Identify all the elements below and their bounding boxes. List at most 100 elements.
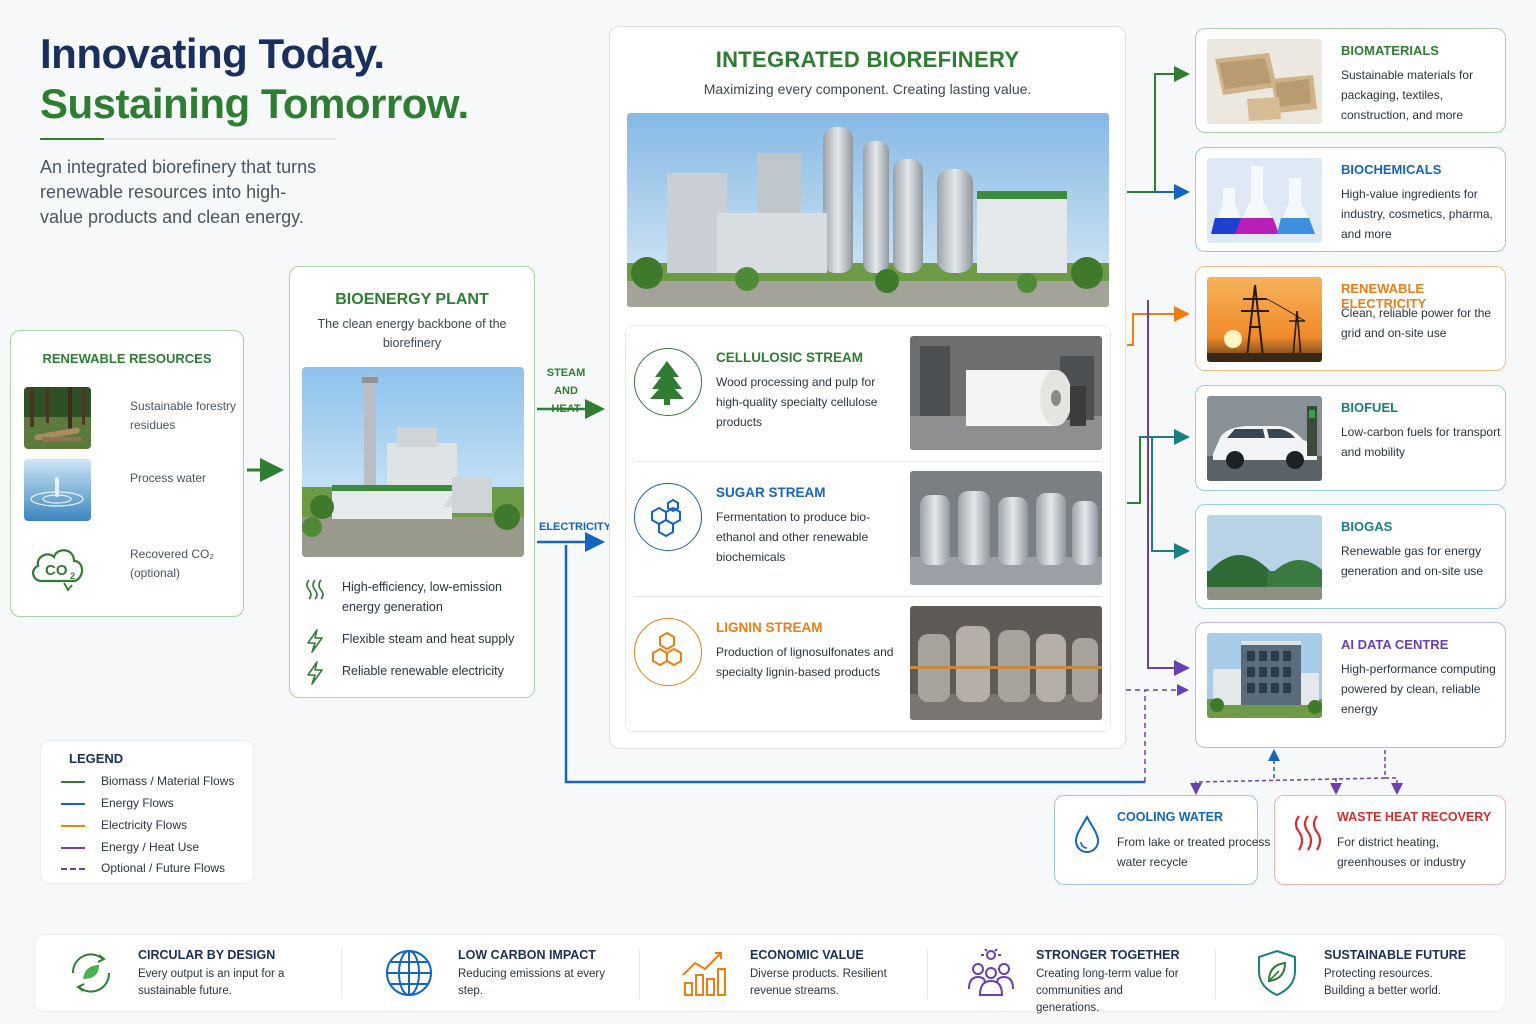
output-biofuel: BIOFUEL Low-carbon fuels for transport a… xyxy=(1195,385,1506,491)
hero-headline-2: Sustaining Tomorrow. xyxy=(40,80,469,127)
biorefinery-photo xyxy=(627,113,1109,307)
refinery-subtitle: Maximizing every component. Creating las… xyxy=(703,81,1032,97)
steam-heat-label: STEAM AND HEAT xyxy=(546,367,586,415)
output-description: Clean, reliable power for the grid and o… xyxy=(1341,306,1492,340)
lightning-icon xyxy=(304,629,326,653)
stream-description: Wood processing and pulp for high-qualit… xyxy=(716,375,878,429)
output-description: Renewable gas for energy generation and … xyxy=(1341,544,1484,578)
tree-icon xyxy=(634,348,702,416)
hero-description: An integrated biorefinery that turns ren… xyxy=(40,157,317,227)
lignin-tanks-photo xyxy=(910,606,1102,720)
biochemicals-photo xyxy=(1207,158,1322,243)
hero-divider xyxy=(40,138,336,140)
flow-dc-to-heat xyxy=(1190,750,1386,795)
footer-description: Creating long-term value for communities… xyxy=(1036,968,1179,1014)
output-title: BIOGAS xyxy=(1341,519,1393,534)
footer-title: CIRCULAR BY DESIGN xyxy=(138,948,276,962)
resource-item-water: Process water xyxy=(24,459,229,521)
flow-to-electricity xyxy=(1127,306,1190,346)
resource-item-forestry: Sustainable forestry residues xyxy=(24,387,236,449)
data-centre-photo xyxy=(1207,633,1322,718)
values-footer: CIRCULAR BY DESIGN Every output is an in… xyxy=(34,934,1506,1014)
cooling-water-card: COOLING WATER From lake or treated proce… xyxy=(1054,795,1270,885)
output-title: BIOMATERIALS xyxy=(1341,43,1439,58)
stream-title: SUGAR STREAM xyxy=(716,485,826,500)
aux-title: COOLING WATER xyxy=(1117,810,1224,824)
output-biomaterials: BIOMATERIALS Sustainable materials for p… xyxy=(1195,28,1506,133)
legend-swatch xyxy=(61,868,85,870)
car-photo xyxy=(1207,396,1322,481)
renewable-resources-card: RENEWABLE RESOURCES Sustainable forestry… xyxy=(10,330,244,617)
hexagon-molecule-icon xyxy=(634,483,702,551)
forest-photo xyxy=(24,387,91,449)
stream-title: CELLULOSIC STREAM xyxy=(716,350,863,365)
stream-sugar: SUGAR STREAM Fermentation to produce bio… xyxy=(626,461,1112,591)
footer-separator xyxy=(1215,949,1216,999)
flow-to-biogas xyxy=(1151,437,1190,559)
output-title: AI DATA CENTRE xyxy=(1341,637,1449,652)
bioenergy-title: BIOENERGY PLANT xyxy=(335,291,489,308)
lightning-icon xyxy=(304,661,326,685)
footer-separator xyxy=(927,949,928,999)
feature-text: Flexible steam and heat supply xyxy=(342,632,515,646)
output-description: High-value ingredients for industry, cos… xyxy=(1341,187,1493,241)
stream-lignin: LIGNIN STREAM Production of lignosulfona… xyxy=(626,596,1112,726)
stream-title: LIGNIN STREAM xyxy=(716,620,823,635)
legend: LEGEND Biomass / Material Flows Energy F… xyxy=(40,740,254,884)
output-description: Sustainable materials for packaging, tex… xyxy=(1341,68,1474,122)
flow-to-datacentre xyxy=(1147,300,1190,676)
footer-title: STRONGER TOGETHER xyxy=(1036,948,1180,962)
biogas-domes-photo xyxy=(1207,515,1322,600)
flow-to-biomaterials xyxy=(1127,66,1190,193)
people-icon xyxy=(961,947,1017,999)
globe-icon xyxy=(383,947,439,999)
legend-swatch xyxy=(61,803,85,805)
footer-title: ECONOMIC VALUE xyxy=(750,948,864,962)
process-streams-panel: CELLULOSIC STREAM Wood processing and pu… xyxy=(625,325,1111,732)
flow-dc-to-heat-2 xyxy=(1385,777,1403,795)
water-drop-icon xyxy=(1071,814,1103,854)
co2-cloud-icon: CO 2 xyxy=(24,535,91,597)
svg-text:CO: CO xyxy=(45,562,68,579)
electricity-label: ELECTRICITY xyxy=(539,521,612,533)
output-biochemicals: BIOCHEMICALS High-value ingredients for … xyxy=(1195,147,1506,252)
resource-label: Recovered CO₂ (optional) xyxy=(130,547,215,580)
resource-item-co2: CO 2 Recovered CO₂ (optional) xyxy=(24,535,229,597)
footer-item-stronger-together: STRONGER TOGETHER Creating long-term val… xyxy=(961,935,1221,1014)
water-drop-photo xyxy=(24,459,91,521)
circular-leaf-icon xyxy=(63,947,119,999)
aux-title: WASTE HEAT RECOVERY xyxy=(1337,810,1492,824)
resources-title: RENEWABLE RESOURCES xyxy=(42,351,212,366)
footer-item-circular: CIRCULAR BY DESIGN Every output is an in… xyxy=(63,935,333,1013)
aux-description: For district heating, greenhouses or ind… xyxy=(1337,835,1466,869)
heat-waves-icon xyxy=(1291,812,1325,854)
output-renewable-electricity: RENEWABLE ELECTRICITY Clean, reliable po… xyxy=(1195,266,1506,371)
legend-swatch xyxy=(61,847,85,849)
heat-waves-icon xyxy=(304,577,326,601)
output-description: High-performance computing powered by cl… xyxy=(1341,662,1496,716)
output-ai-data-centre: AI DATA CENTRE High-performance computin… xyxy=(1195,622,1506,748)
svg-text:2: 2 xyxy=(70,571,75,581)
legend-swatch xyxy=(61,825,85,827)
power-pylon-photo xyxy=(1207,277,1322,362)
footer-separator xyxy=(341,949,342,999)
footer-separator xyxy=(639,949,640,999)
hexagon-molecule-icon xyxy=(634,618,702,686)
stream-description: Production of lignosulfonates and specia… xyxy=(716,645,894,679)
output-title: BIOCHEMICALS xyxy=(1341,162,1442,177)
output-title: BIOFUEL xyxy=(1341,400,1399,415)
resource-label: Sustainable forestry residues xyxy=(130,399,237,432)
footer-description: Reducing emissions at every step. xyxy=(458,968,606,997)
footer-item-economic: ECONOMIC VALUE Diverse products. Resilie… xyxy=(675,935,935,1013)
hero-headline-1: Innovating Today. xyxy=(40,30,385,77)
feature-text: Reliable renewable electricity xyxy=(342,664,504,678)
bioenergy-plant-photo xyxy=(302,367,524,557)
bar-chart-icon xyxy=(675,947,731,999)
footer-description: Protecting resources. Building a better … xyxy=(1324,968,1441,997)
legend-swatch xyxy=(61,781,85,783)
legend-title: LEGEND xyxy=(69,751,124,766)
output-biogas: BIOGAS Renewable gas for energy generati… xyxy=(1195,504,1506,609)
footer-title: SUSTAINABLE FUTURE xyxy=(1324,948,1467,962)
fermentation-tanks-photo xyxy=(910,471,1102,585)
bioenergy-plant-card: BIOENERGY PLANT The clean energy backbon… xyxy=(289,266,535,698)
